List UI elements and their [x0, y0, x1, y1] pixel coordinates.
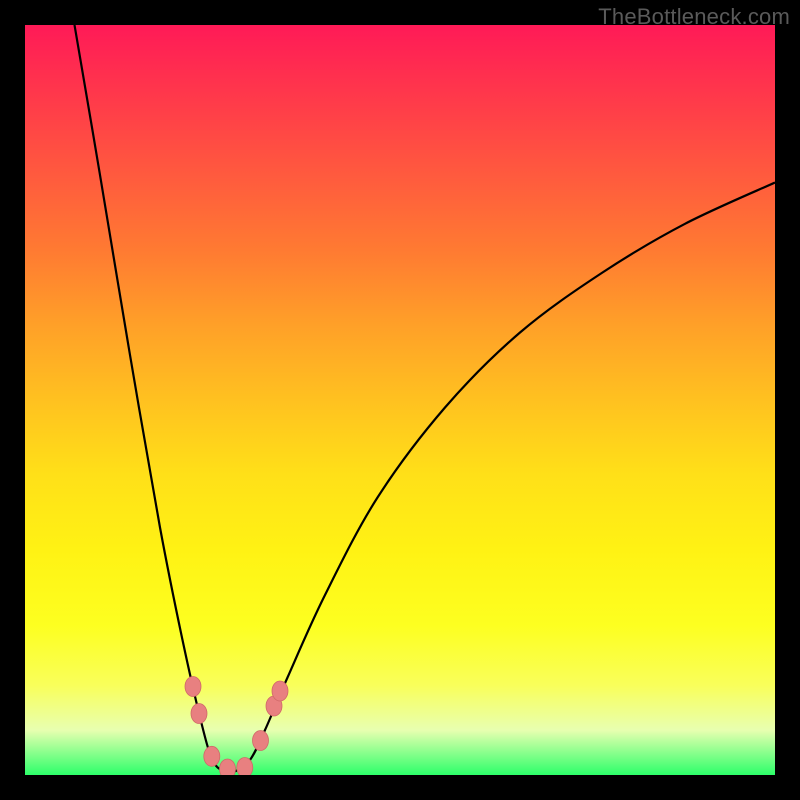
- watermark-text: TheBottleneck.com: [598, 4, 790, 30]
- curve-marker: [253, 731, 269, 751]
- curve-markers: [185, 677, 288, 776]
- curve-marker: [204, 746, 220, 766]
- chart-frame: TheBottleneck.com: [0, 0, 800, 800]
- curve-marker: [237, 758, 253, 776]
- curve-marker: [272, 681, 288, 701]
- curve-marker: [191, 704, 207, 724]
- curve-marker: [185, 677, 201, 697]
- bottleneck-curve-svg: [25, 25, 775, 775]
- chart-plot-area: [25, 25, 775, 775]
- curve-marker: [220, 759, 236, 775]
- bottleneck-curve: [75, 25, 776, 773]
